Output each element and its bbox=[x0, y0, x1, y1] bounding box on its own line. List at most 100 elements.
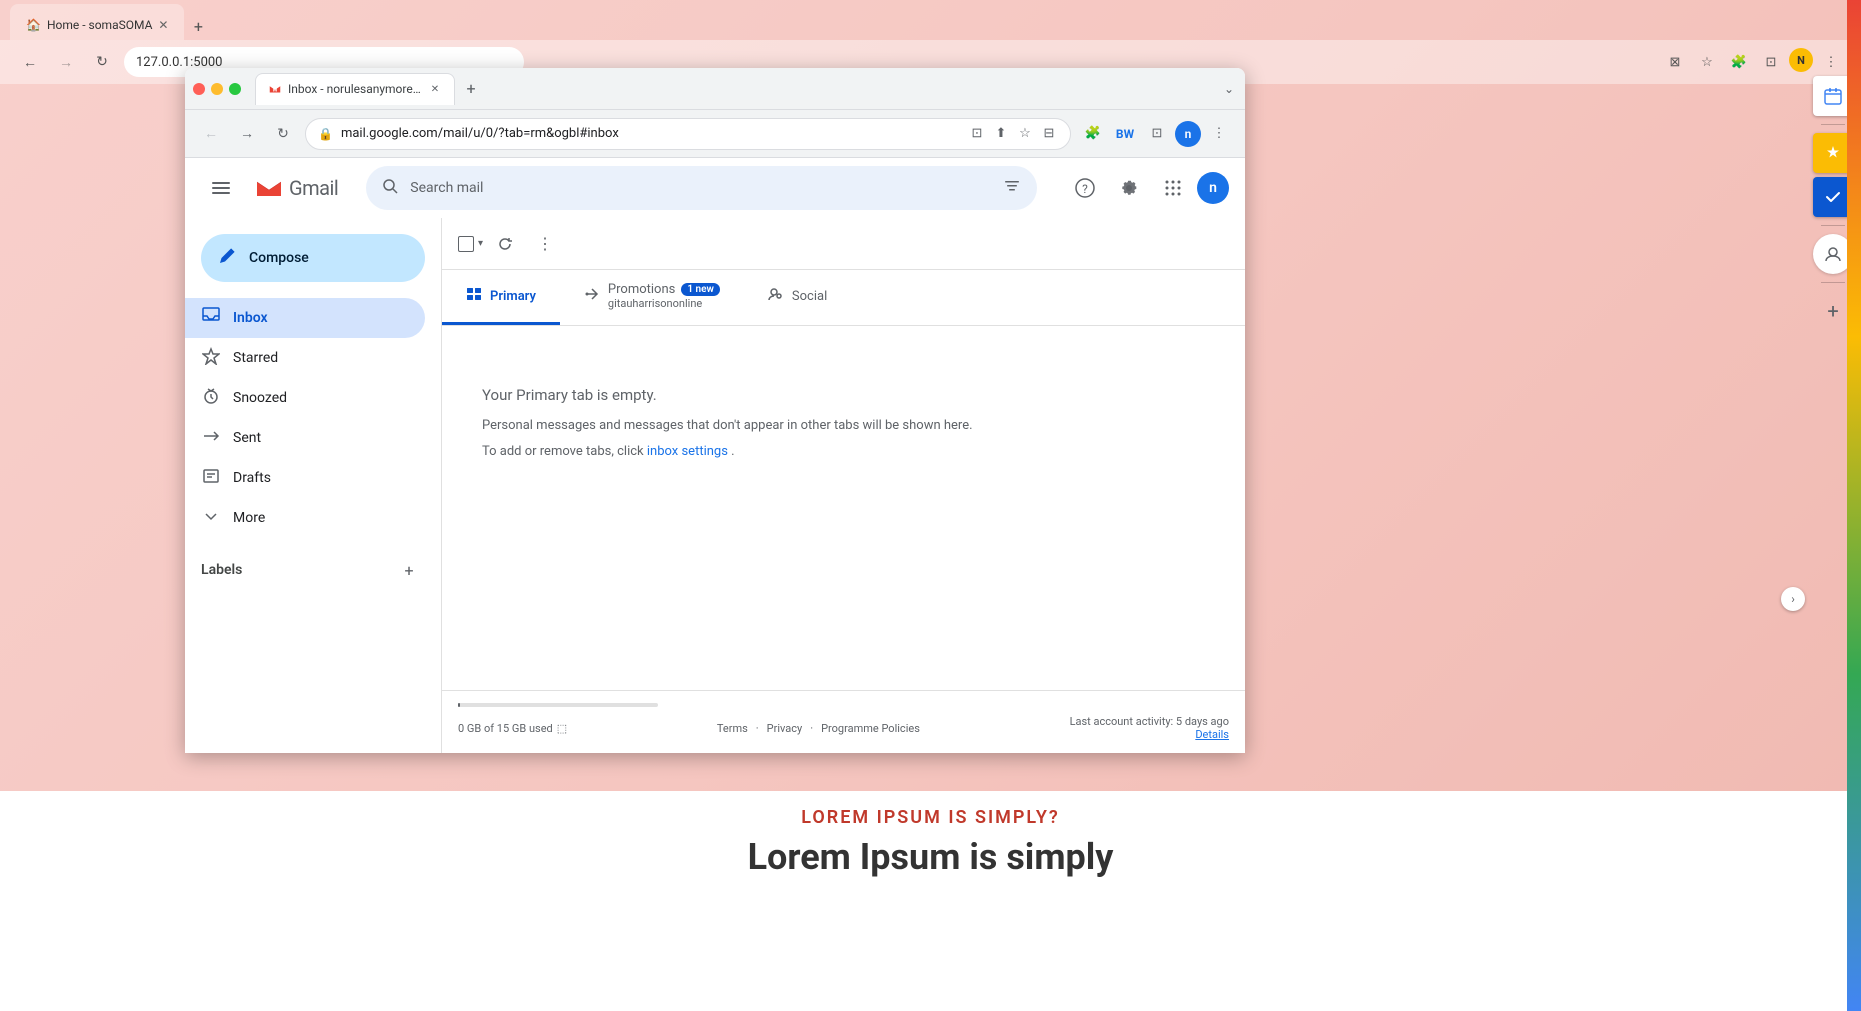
outer-browser-window: 🏠 Home - somaSOMA ✕ + ← → ↻ 127.0.0.1:50… bbox=[0, 0, 1861, 1011]
search-bar[interactable]: Search mail bbox=[366, 166, 1037, 210]
labels-add-button[interactable]: + bbox=[393, 554, 425, 586]
inner-address-bar: ← → ↻ 🔒 mail.google.com/mail/u/0/?tab=rm… bbox=[185, 110, 1245, 158]
outer-bookmark-button[interactable]: ☆ bbox=[1693, 48, 1721, 76]
primary-tab-label: Primary bbox=[490, 289, 536, 304]
outer-reload-button[interactable]: ↻ bbox=[88, 48, 116, 76]
details-link[interactable]: Details bbox=[1195, 728, 1229, 741]
search-icon bbox=[382, 178, 398, 198]
profile-avatar-small[interactable]: n bbox=[1175, 121, 1201, 147]
bg-body: Lorem Ipsum is simply bbox=[748, 836, 1114, 878]
inbox-tabs: Primary Promotions 1 new bbox=[442, 270, 1245, 326]
address-box[interactable]: 🔒 mail.google.com/mail/u/0/?tab=rm&ogbl#… bbox=[305, 118, 1071, 150]
profile-avatar[interactable]: n bbox=[1197, 172, 1229, 204]
tab-primary[interactable]: Primary bbox=[442, 270, 560, 325]
gmail-footer: 0 GB of 15 GB used ⬚ Terms · Privacy · P… bbox=[442, 690, 1245, 753]
outer-extension-button[interactable]: 🧩 bbox=[1725, 48, 1753, 76]
storage-bar-container bbox=[458, 703, 658, 707]
inner-tab-close-button[interactable]: ✕ bbox=[428, 82, 442, 96]
compose-button[interactable]: Compose bbox=[201, 234, 425, 282]
sidebar-item-inbox[interactable]: Inbox bbox=[185, 298, 425, 338]
pip-icon[interactable]: ⊡ bbox=[968, 125, 986, 143]
manage-storage-icon[interactable]: ⬚ bbox=[557, 722, 567, 735]
back-button[interactable]: ← bbox=[197, 120, 225, 148]
bg-title: LOREM IPSUM IS SIMPLY? bbox=[801, 807, 1060, 828]
sidebar-item-more[interactable]: More bbox=[185, 498, 425, 538]
labels-title: Labels bbox=[201, 562, 242, 578]
drafts-label: Drafts bbox=[233, 470, 409, 486]
outer-forward-button[interactable]: → bbox=[52, 48, 80, 76]
checkbox-box[interactable] bbox=[458, 236, 474, 252]
bookmark-icon[interactable]: ⊟ bbox=[1040, 125, 1058, 143]
inner-title-bar: ✕ − + M Inbox - norulesanymore@ ✕ + bbox=[185, 68, 1245, 110]
sidebar-item-drafts[interactable]: Drafts bbox=[185, 458, 425, 498]
right-sidebar-divider bbox=[1821, 124, 1845, 125]
address-text: mail.google.com/mail/u/0/?tab=rm&ogbl#in… bbox=[341, 126, 960, 141]
sent-icon bbox=[201, 427, 221, 449]
more-toolbar-button[interactable]: ⋮ bbox=[527, 226, 563, 262]
inbox-label: Inbox bbox=[233, 310, 409, 326]
empty-state-desc2: To add or remove tabs, click inbox setti… bbox=[482, 444, 735, 459]
extensions-button[interactable]: 🧩 bbox=[1079, 120, 1107, 148]
window-controls: ✕ − + bbox=[193, 83, 241, 95]
sidebar-item-sent[interactable]: Sent bbox=[185, 418, 425, 458]
inner-new-tab-button[interactable]: + bbox=[459, 77, 483, 101]
inner-browser-tab[interactable]: M Inbox - norulesanymore@ ✕ bbox=[255, 73, 455, 105]
browser-action-buttons: 🧩 BW ⊡ n ⋮ bbox=[1079, 120, 1233, 148]
right-color-bar bbox=[1847, 0, 1861, 1011]
more-chevron-icon bbox=[201, 507, 221, 529]
outer-back-button[interactable]: ← bbox=[16, 48, 44, 76]
outer-split-button[interactable]: ⊡ bbox=[1757, 48, 1785, 76]
expand-right-button[interactable]: › bbox=[1781, 587, 1805, 611]
svg-text:M: M bbox=[273, 87, 277, 93]
more-label: More bbox=[233, 510, 409, 526]
window-maximize-button[interactable]: + bbox=[229, 83, 241, 95]
footer-bottom: 0 GB of 15 GB used ⬚ Terms · Privacy · P… bbox=[458, 715, 1229, 741]
inner-browser-expand-button[interactable]: ⌄ bbox=[1221, 81, 1237, 97]
right-sidebar-divider-3 bbox=[1821, 282, 1845, 283]
sidebar-item-starred[interactable]: Starred bbox=[185, 338, 425, 378]
refresh-button[interactable] bbox=[487, 226, 523, 262]
programme-policies-link[interactable]: Programme Policies bbox=[821, 722, 920, 735]
social-tab-icon bbox=[768, 286, 784, 306]
outer-tab-favicon: 🏠 bbox=[26, 18, 41, 32]
reload-button[interactable]: ↻ bbox=[269, 120, 297, 148]
select-all-checkbox[interactable]: ▾ bbox=[458, 236, 483, 252]
empty-state-title: Your Primary tab is empty. bbox=[482, 386, 657, 404]
inner-tab-strip: M Inbox - norulesanymore@ ✕ + bbox=[255, 73, 1215, 105]
outer-browser-tab[interactable]: 🏠 Home - somaSOMA ✕ bbox=[10, 4, 184, 40]
window-minimize-button[interactable]: − bbox=[211, 83, 223, 95]
promotions-tab-badge: 1 new bbox=[681, 283, 720, 296]
outer-cast-button[interactable]: ⊠ bbox=[1661, 48, 1689, 76]
tab-social[interactable]: Social bbox=[744, 270, 851, 325]
gmail-logo[interactable]: Gmail bbox=[253, 172, 338, 204]
tab-promotions[interactable]: Promotions 1 new gitauharrisononline bbox=[560, 270, 744, 325]
compose-label: Compose bbox=[249, 250, 309, 266]
share-icon[interactable]: ⬆ bbox=[992, 125, 1010, 143]
split-view-button[interactable]: ⊡ bbox=[1143, 120, 1171, 148]
inbox-settings-link[interactable]: inbox settings bbox=[647, 444, 731, 459]
outer-new-tab-button[interactable]: + bbox=[184, 12, 212, 40]
checkbox-dropdown-arrow[interactable]: ▾ bbox=[478, 238, 483, 249]
hamburger-menu-button[interactable] bbox=[201, 168, 241, 208]
storage-bar-fill bbox=[458, 703, 460, 707]
promotions-tab-subtitle: gitauharrisononline bbox=[608, 297, 720, 310]
privacy-link[interactable]: Privacy bbox=[767, 722, 803, 735]
browser-menu-button[interactable]: ⋮ bbox=[1205, 120, 1233, 148]
sidebar-item-snoozed[interactable]: Snoozed bbox=[185, 378, 425, 418]
help-button[interactable]: ? bbox=[1065, 168, 1105, 208]
inner-tab-title: Inbox - norulesanymore@ bbox=[288, 82, 422, 96]
outer-tab-close-btn[interactable]: ✕ bbox=[158, 18, 168, 32]
promotions-tab-label-wrap: Promotions 1 new gitauharrisononline bbox=[608, 282, 720, 310]
terms-link[interactable]: Terms bbox=[717, 722, 748, 735]
star-icon[interactable]: ☆ bbox=[1016, 125, 1034, 143]
apps-button[interactable] bbox=[1153, 168, 1193, 208]
tab-favicon-icon: M bbox=[268, 82, 282, 96]
email-toolbar: ▾ ⋮ bbox=[442, 218, 1245, 270]
settings-button[interactable] bbox=[1109, 168, 1149, 208]
footer-activity: Last account activity: 5 days ago Detail… bbox=[1070, 715, 1229, 741]
window-close-button[interactable]: ✕ bbox=[193, 83, 205, 95]
inner-browser-window: ✕ − + M Inbox - norulesanymore@ ✕ + bbox=[185, 68, 1245, 753]
forward-button[interactable]: → bbox=[233, 120, 261, 148]
search-filter-icon[interactable] bbox=[1003, 177, 1021, 199]
bitwarden-button[interactable]: BW bbox=[1111, 120, 1139, 148]
